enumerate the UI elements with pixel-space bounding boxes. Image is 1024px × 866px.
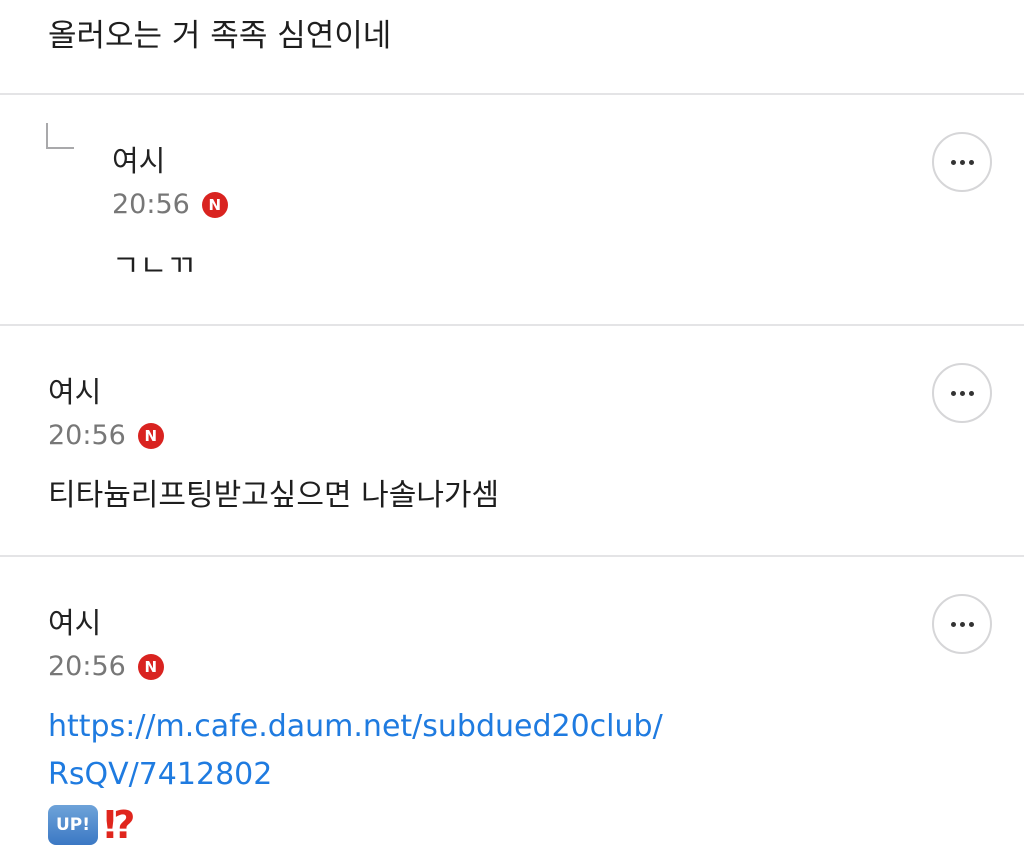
new-badge-icon: N [137,654,164,680]
up-emoji-icon: UP! [48,805,98,845]
comment-time: 20:56 [48,420,126,451]
more-options-icon [950,390,974,396]
comment-author[interactable]: 여시 [112,143,165,179]
comment-item: 여시 20:56 N 티타늄리프팅받고싶으면 나솔나가셈 [0,326,1024,555]
comment-link-line: https://m.cafe.daum.net/subdued20club/ [48,709,663,744]
comment-meta: 20:56 N [48,650,164,684]
comment-meta: 20:56 N [112,188,228,222]
more-options-icon [950,621,974,627]
more-options-button[interactable] [932,594,992,654]
comment-link[interactable]: https://m.cafe.daum.net/subdued20club/ R… [48,703,663,799]
more-options-icon [950,159,974,165]
comment-time: 20:56 [48,651,126,682]
comment-time: 20:56 [112,189,190,220]
new-badge-icon: N [201,192,228,218]
new-badge-icon: N [137,423,164,449]
comment-text: 티타늄리프팅받고싶으면 나솔나가셈 [48,478,500,513]
comment-item: 여시 20:56 N ㄱㄴㄲ [0,95,1024,324]
comment-link-line: RsQV/7412802 [48,757,273,792]
more-options-button[interactable] [932,132,992,192]
previous-comment-text: 올러오는 거 족족 심연이네 [48,18,392,54]
comment-text: ㄱㄴㄲ [112,249,195,284]
reply-arrow-icon [46,123,74,149]
comment-meta: 20:56 N [48,419,164,453]
more-options-button[interactable] [932,363,992,423]
comment-item: 여시 20:56 N https://m.cafe.daum.net/subdu… [0,557,1024,866]
comment-author[interactable]: 여시 [48,374,101,410]
interrobang-emoji-icon: ⁉ [104,803,136,847]
comment-author[interactable]: 여시 [48,605,101,641]
comment-emoji-row: UP! ⁉ [48,805,136,845]
